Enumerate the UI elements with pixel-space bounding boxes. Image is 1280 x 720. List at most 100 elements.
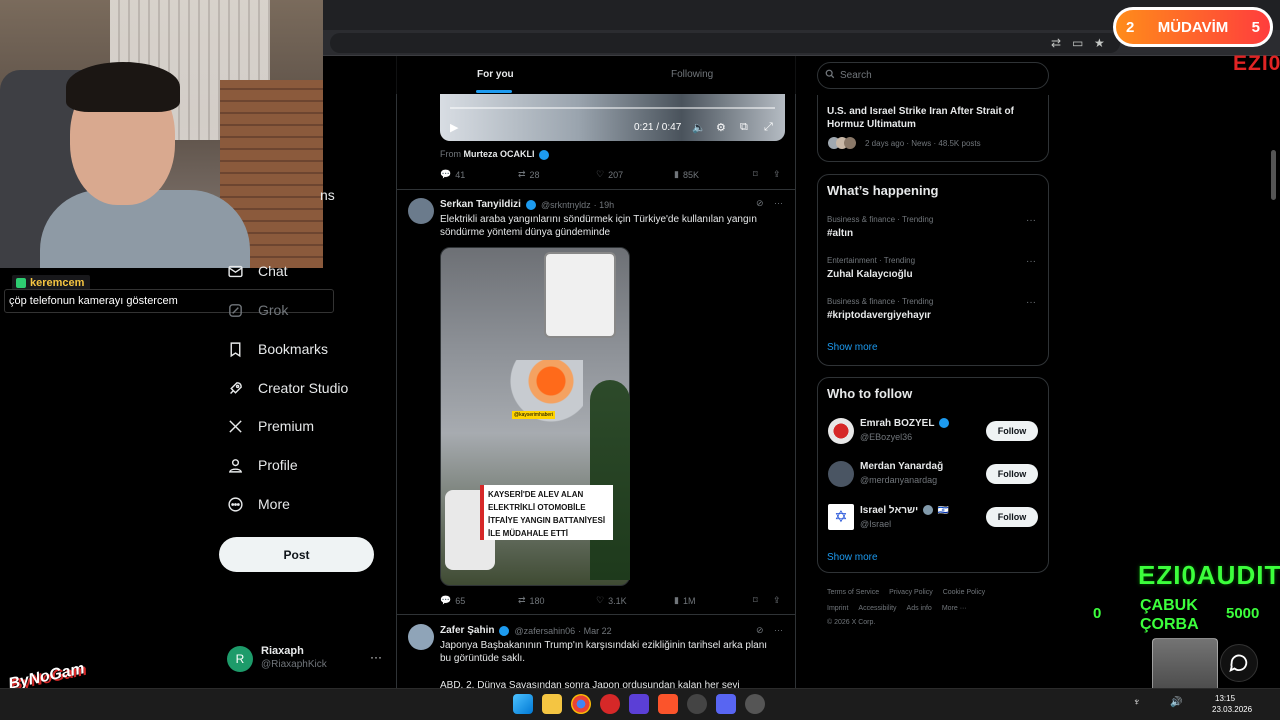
grok-icon bbox=[229, 303, 242, 317]
settings-icon[interactable] bbox=[745, 694, 765, 714]
cast-icon[interactable]: ▭ bbox=[1072, 36, 1083, 50]
tweet-more-icon[interactable]: ··· bbox=[774, 198, 783, 208]
settings-gear-icon[interactable]: ⚙ bbox=[716, 121, 726, 134]
reply-stat[interactable]: 💬 41 bbox=[440, 169, 465, 180]
follow-button[interactable]: Follow bbox=[986, 421, 1038, 441]
taskbar-date[interactable]: 23.03.2026 bbox=[1212, 705, 1252, 714]
tweet-avatar[interactable] bbox=[408, 198, 434, 224]
follow-name[interactable]: Merdan Yanardağ bbox=[860, 461, 943, 472]
grok-explain-icon[interactable]: ⊘ bbox=[756, 198, 764, 209]
trend-meta: Business & finance · Trending bbox=[827, 215, 934, 224]
search-input[interactable]: Search bbox=[817, 62, 1049, 89]
tweet-avatar[interactable] bbox=[408, 624, 434, 650]
nav-item-creator-studio[interactable]: Creator Studio bbox=[227, 375, 348, 401]
file-explorer-icon[interactable] bbox=[542, 694, 562, 714]
nav-item-more[interactable]: More bbox=[227, 491, 290, 517]
tweet-handle[interactable]: @srkntnyldz bbox=[541, 200, 591, 210]
post-button[interactable]: Post bbox=[219, 537, 374, 572]
follow-button[interactable]: Follow bbox=[986, 464, 1038, 484]
repost-stat[interactable]: ⇄ 28 bbox=[518, 169, 540, 180]
opera-icon[interactable] bbox=[600, 694, 620, 714]
source-author[interactable]: Murteza OCAKLI bbox=[464, 149, 535, 159]
footer-link[interactable]: Ads info bbox=[907, 605, 932, 612]
mute-icon[interactable]: 🔈 bbox=[692, 121, 706, 134]
search-icon bbox=[825, 69, 835, 79]
bookmark-star-icon[interactable]: ★ bbox=[1094, 36, 1105, 50]
trend-more-icon[interactable]: ··· bbox=[1026, 297, 1036, 308]
repost-stat[interactable]: ⇄ 180 bbox=[518, 595, 545, 606]
follow-button[interactable]: Follow bbox=[986, 507, 1038, 527]
footer-link[interactable]: Terms of Service bbox=[827, 589, 879, 596]
chrome-icon[interactable] bbox=[571, 694, 591, 714]
israel-flag-icon[interactable]: ✡ bbox=[828, 504, 854, 530]
tweet-time[interactable]: · Mar 22 bbox=[578, 626, 612, 636]
person-icon bbox=[228, 458, 243, 473]
nav-label-chat: Chat bbox=[258, 263, 288, 279]
nav-item-profile[interactable]: Profile bbox=[227, 452, 298, 478]
news-headline[interactable]: U.S. and Israel Strike Iran After Strait… bbox=[827, 105, 1037, 131]
footer-link[interactable]: Cookie Policy bbox=[943, 589, 985, 596]
share-icon[interactable]: ⇪ bbox=[773, 169, 781, 180]
footer-link[interactable]: More ··· bbox=[942, 605, 967, 612]
tab-for-you[interactable]: For you bbox=[477, 69, 514, 80]
like-stat[interactable]: ♡ 3.1K bbox=[596, 595, 627, 606]
bookmark-action-icon[interactable]: ⌑ bbox=[753, 595, 758, 606]
media-watermark: @kayserimhaberi bbox=[512, 411, 555, 419]
discord-icon[interactable] bbox=[716, 694, 736, 714]
address-bar[interactable] bbox=[330, 33, 1120, 53]
nav-item-chat[interactable]: Chat bbox=[227, 258, 288, 284]
grok-explain-icon[interactable]: ⊘ bbox=[756, 625, 764, 636]
bookmark-action-icon[interactable]: ⌑ bbox=[753, 169, 758, 180]
video-progress-bar[interactable] bbox=[450, 107, 775, 109]
trend-name[interactable]: #altın bbox=[827, 228, 853, 239]
taskbar-clock[interactable]: 13:15 bbox=[1215, 694, 1235, 703]
trend-more-icon[interactable]: ··· bbox=[1026, 215, 1036, 226]
speaker-tray-icon[interactable]: 🔊 bbox=[1170, 697, 1182, 708]
views-stat[interactable]: ▮ 85K bbox=[674, 169, 699, 180]
account-name[interactable]: Riaxaph bbox=[261, 645, 304, 657]
play-icon[interactable]: ▶ bbox=[450, 121, 458, 134]
follow-avatar[interactable] bbox=[828, 461, 854, 487]
tweet-handle[interactable]: @zafersahin06 bbox=[514, 626, 575, 636]
heart-icon: ♡ bbox=[596, 169, 605, 179]
trend-name[interactable]: #kriptodavergiyehayır bbox=[827, 310, 931, 321]
brave-icon[interactable] bbox=[658, 694, 678, 714]
account-more-icon[interactable]: ··· bbox=[370, 650, 382, 664]
tweet-author[interactable]: Zafer Şahin bbox=[440, 625, 494, 636]
follow-name[interactable]: Emrah BOZYEL bbox=[860, 418, 951, 429]
trend-more-icon[interactable]: ··· bbox=[1026, 256, 1036, 267]
footer-link[interactable]: Imprint bbox=[827, 605, 848, 612]
fullscreen-icon[interactable]: ⤢ bbox=[764, 121, 773, 134]
trend-meta: Business & finance · Trending bbox=[827, 297, 934, 306]
tab-following[interactable]: Following bbox=[671, 69, 713, 80]
tweet-author[interactable]: Serkan Tanyildizi bbox=[440, 199, 521, 210]
follow-show-more[interactable]: Show more bbox=[827, 552, 878, 563]
chatgpt-icon[interactable] bbox=[687, 694, 707, 714]
translate-icon[interactable]: ⇄ bbox=[1051, 36, 1061, 50]
trend-name[interactable]: Zuhal Kalaycıoğlu bbox=[827, 269, 913, 280]
follow-name[interactable]: Israel ישראל 🇮🇱 bbox=[860, 505, 949, 516]
network-tray-icon[interactable]: ♆ bbox=[1133, 697, 1141, 708]
start-icon[interactable] bbox=[513, 694, 533, 714]
tweet-time[interactable]: · 19h bbox=[594, 200, 615, 210]
app-icon[interactable] bbox=[629, 694, 649, 714]
account-avatar[interactable]: R bbox=[227, 646, 253, 672]
tweet-text: Elektrikli araba yangınlarını söndürmek … bbox=[440, 214, 757, 238]
trend-meta: Entertainment · Trending bbox=[827, 256, 916, 265]
tweet-more-icon[interactable]: ··· bbox=[774, 625, 783, 635]
footer-link[interactable]: Accessibility bbox=[858, 605, 896, 612]
pip-icon[interactable]: ⧉ bbox=[740, 121, 748, 134]
nav-item-bookmarks[interactable]: Bookmarks bbox=[227, 336, 328, 362]
nav-item-premium[interactable]: Premium bbox=[227, 413, 314, 439]
share-icon[interactable]: ⇪ bbox=[773, 595, 781, 606]
views-stat[interactable]: ▮ 1M bbox=[674, 595, 695, 606]
follow-avatar[interactable] bbox=[828, 418, 854, 444]
nav-item-grok[interactable]: Grok bbox=[227, 297, 288, 323]
footer-link[interactable]: Privacy Policy bbox=[889, 589, 933, 596]
trends-show-more[interactable]: Show more bbox=[827, 342, 878, 353]
like-stat[interactable]: ♡ 207 bbox=[596, 169, 623, 180]
video-player[interactable] bbox=[440, 94, 785, 141]
reply-stat[interactable]: 💬 65 bbox=[440, 595, 465, 606]
page-scrollbar[interactable] bbox=[1271, 150, 1276, 200]
heart-icon: ♡ bbox=[596, 595, 605, 605]
